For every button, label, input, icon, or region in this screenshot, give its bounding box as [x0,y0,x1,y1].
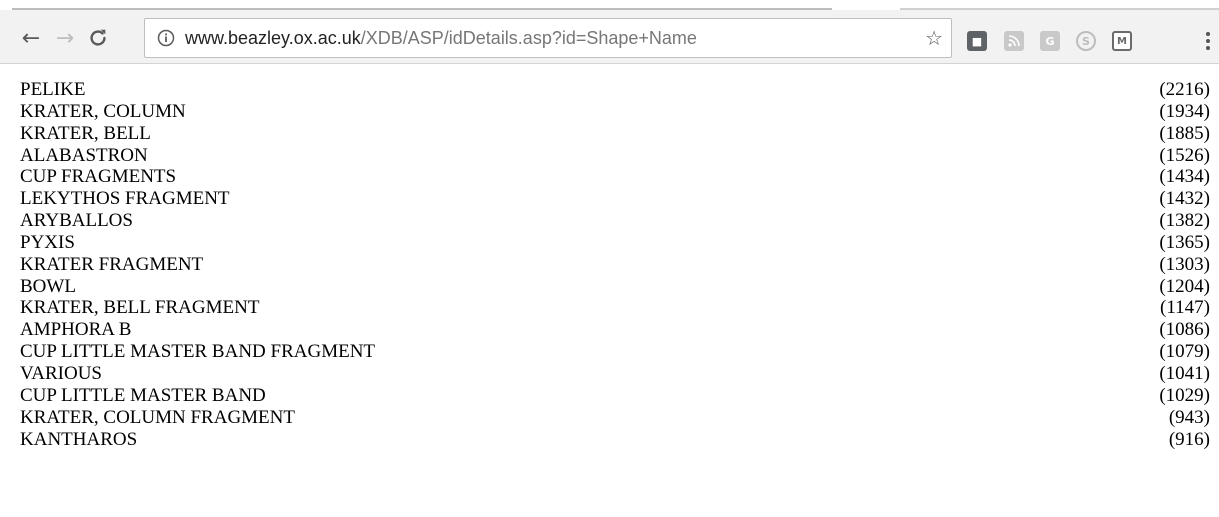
grammarly-icon[interactable]: G [1040,31,1060,51]
tab-strip [0,0,1219,10]
list-item: CUP LITTLE MASTER BAND (1029) [20,385,1210,407]
shape-name: CUP LITTLE MASTER BAND [20,384,266,406]
shape-name: PELIKE [20,79,86,100]
list-item: CUP LITTLE MASTER BAND FRAGMENT (1079) [20,341,1210,363]
list-item: LEKYTHOS FRAGMENT (1432) [20,188,1210,210]
list-item: CUP FRAGMENTS (1434) [20,166,1210,188]
shape-name: KRATER FRAGMENT [20,253,204,275]
shape-name: KRATER, BELL FRAGMENT [20,297,260,319]
reload-icon[interactable] [85,25,111,51]
reading-list-icon[interactable]: ■ [967,31,987,51]
shape-count: (1029) [1159,384,1210,406]
list-item: KRATER, COLUMN (1934) [20,101,1210,123]
address-bar[interactable]: www.beazley.ox.ac.uk/XDB/ASP/idDetails.a… [144,18,952,58]
shape-count: (1079) [1159,341,1210,363]
shape-name: LEKYTHOS FRAGMENT [20,188,230,210]
list-item: KRATER FRAGMENT (1303) [20,254,1210,276]
shape-name: VARIOUS [20,362,103,384]
bookmark-star-icon[interactable]: ☆ [925,26,943,50]
url-text[interactable]: www.beazley.ox.ac.uk/XDB/ASP/idDetails.a… [185,28,697,49]
shape-name: CUP LITTLE MASTER BAND FRAGMENT [20,341,376,363]
shape-list: PELIKE (2216) KRATER, COLUMN (1934) KRATER, … [20,79,1210,450]
url-path: /XDB/ASP/idDetails.asp?id=Shape+Name [360,28,697,48]
url-host: www.beazley.ox.ac.uk [185,28,361,48]
list-item: PELIKE (2216) [20,79,1210,101]
list-item: ARYBALLOS (1382) [20,210,1210,232]
info-icon[interactable] [157,29,175,47]
list-item: KANTHAROS (916) [20,429,1210,451]
more-menu-icon[interactable] [1206,32,1212,52]
shape-count: (1204) [1159,275,1210,297]
list-item: KRATER, COLUMN FRAGMENT (943) [20,407,1210,429]
shape-count: (916) [1168,428,1210,450]
shape-name: CUP FRAGMENTS [20,166,177,188]
shape-count: (1432) [1159,188,1210,210]
shape-count: (1303) [1159,253,1210,275]
list-item: PYXIS (1365) [20,232,1210,254]
list-item: VARIOUS (1041) [20,363,1210,385]
shape-name: PYXIS [20,231,75,253]
list-item: KRATER, BELL (1885) [20,123,1210,145]
shape-count: (1434) [1159,166,1210,188]
shape-name: KANTHAROS [20,428,138,450]
shape-count: (1041) [1159,362,1210,384]
shape-count: (1526) [1159,144,1210,166]
shape-name: KRATER, COLUMN [20,100,186,122]
shape-name: KRATER, BELL [20,122,151,144]
shape-count: (1885) [1159,122,1210,144]
forward-arrow-icon[interactable]: → [52,25,78,51]
skype-icon[interactable]: S [1076,31,1096,51]
shape-count: (1086) [1159,319,1210,341]
page-content: PELIKE (2216) KRATER, COLUMN (1934) KRATER, … [0,64,1219,517]
shape-count: (1382) [1159,210,1210,232]
shape-name: BOWL [20,275,76,297]
list-item: AMPHORA B (1086) [20,319,1210,341]
list-item: KRATER, BELL FRAGMENT (1147) [20,297,1210,319]
shape-name: AMPHORA B [20,319,132,341]
shape-count: (1147) [1160,297,1210,319]
back-arrow-icon[interactable]: ← [18,25,44,51]
shape-name: ALABASTRON [20,144,148,166]
list-item: ALABASTRON (1526) [20,145,1210,167]
mendeley-icon[interactable]: M [1112,31,1132,51]
browser-toolbar: ← → www.beazley.ox.ac.uk/XDB/ASP/idDetai… [0,10,1219,64]
rss-icon[interactable] [1004,31,1024,51]
shape-count: (943) [1168,406,1210,428]
shape-count: (1934) [1159,100,1210,122]
shape-count: (1365) [1159,231,1210,253]
shape-name: KRATER, COLUMN FRAGMENT [20,406,295,428]
shape-name: ARYBALLOS [20,210,133,232]
list-item: BOWL (1204) [20,276,1210,298]
shape-count: (2216) [1159,79,1210,100]
